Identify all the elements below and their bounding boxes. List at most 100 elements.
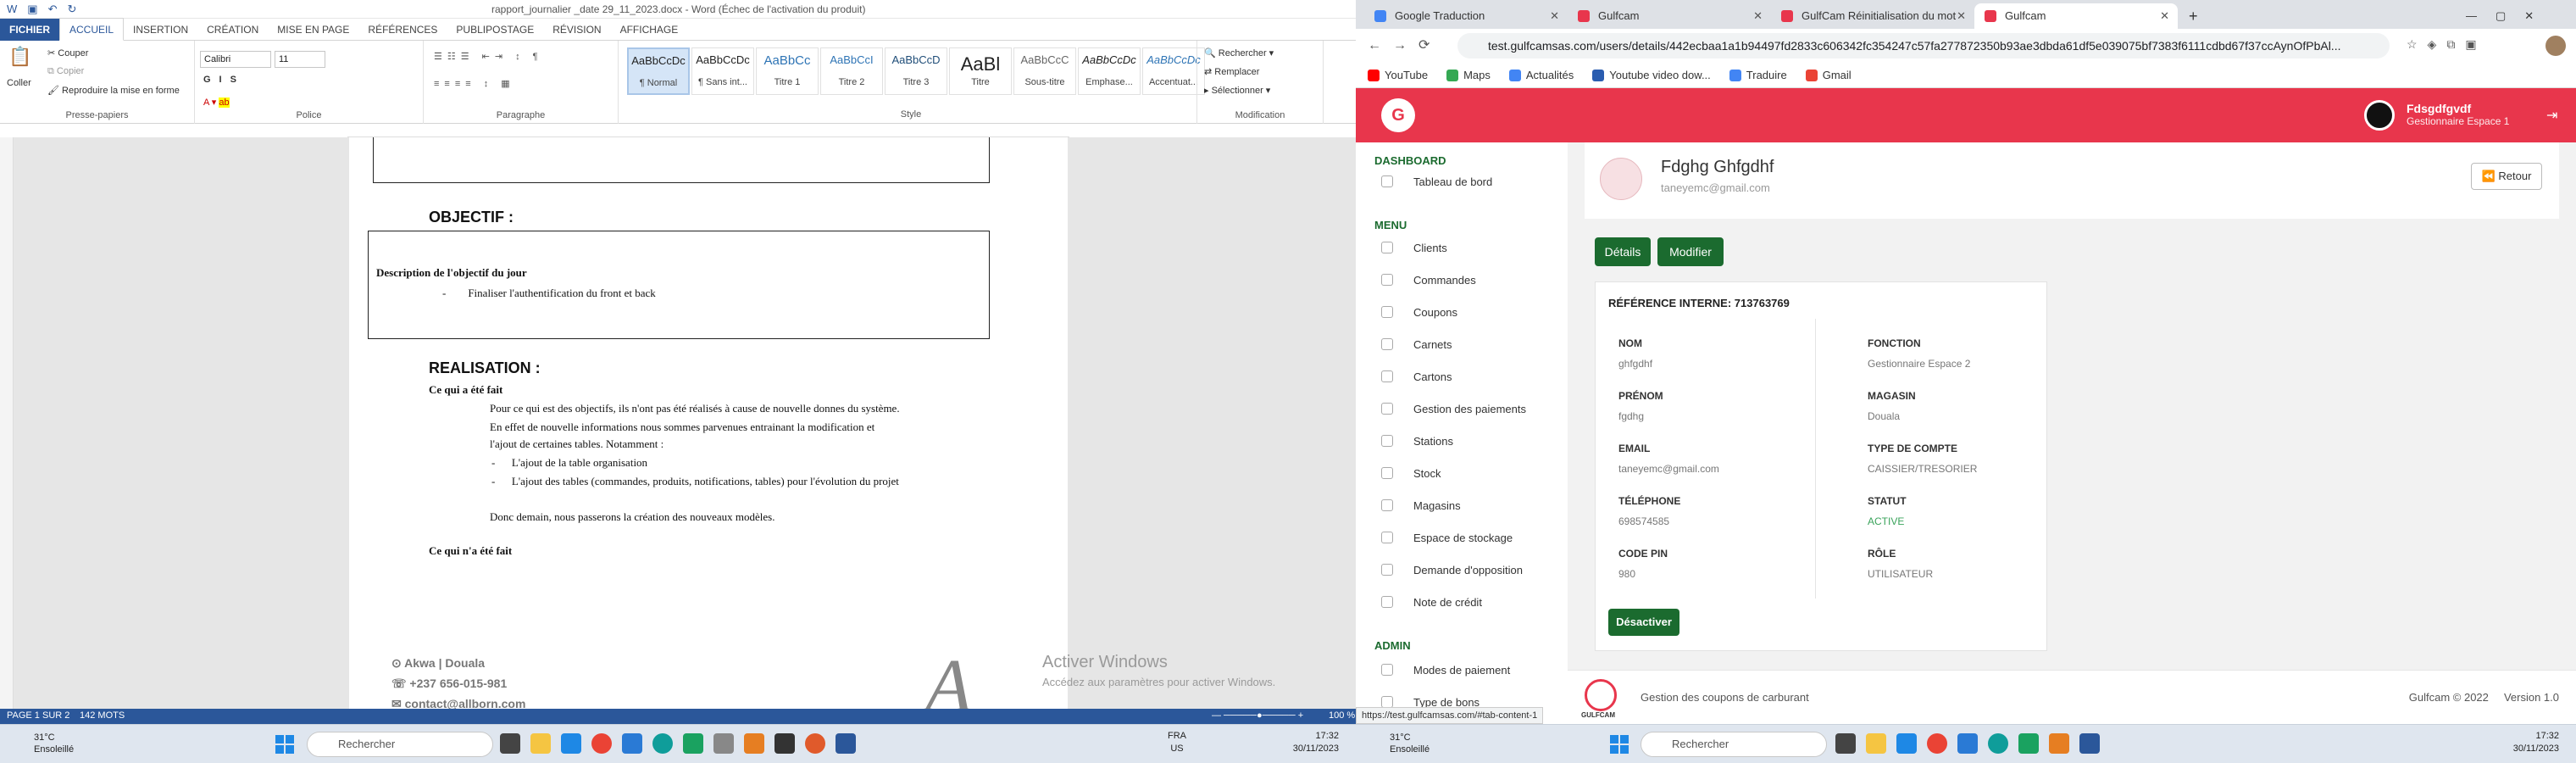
profile-avatar[interactable] (2545, 36, 2566, 56)
logout-icon[interactable]: ⇥ (2546, 107, 2557, 124)
tab-insert[interactable]: INSERTION (124, 19, 197, 41)
modify-button[interactable]: Modifier (1657, 237, 1724, 266)
replace-button[interactable]: ⇄ Remplacer (1204, 66, 1259, 77)
details-button[interactable]: Détails (1595, 237, 1651, 266)
taskbar-search[interactable]: Rechercher (307, 732, 493, 757)
vertical-ruler[interactable] (0, 137, 14, 746)
system-clock[interactable]: 17:32 30/11/2023 (2513, 730, 2559, 755)
gulfcam-logo[interactable]: G (1381, 98, 1415, 132)
window-controls[interactable]: —▢✕ (2457, 3, 2576, 29)
extension-icons[interactable]: ☆◈⧉▣ (2407, 37, 2487, 52)
sidebar-item-payment-modes[interactable]: Modes de paiement (1381, 658, 1510, 682)
windows-start-icon[interactable] (1610, 735, 1629, 754)
sidebar-item-orders[interactable]: Commandes (1381, 268, 1476, 292)
style-no-spacing[interactable]: AaBbCcDc ¶ Sans int... (691, 47, 754, 95)
edge-icon[interactable] (652, 733, 673, 754)
language-indicator[interactable]: FRA US (1168, 730, 1186, 755)
tab-file[interactable]: FICHIER (0, 18, 59, 41)
sidebar-item-credit-note[interactable]: Note de crédit (1381, 590, 1482, 614)
vscode-icon[interactable] (1957, 733, 1978, 754)
user-info[interactable]: Fdsgdfgvdf Gestionnaire Espace 1 (2407, 102, 2509, 127)
tab-home[interactable]: ACCUEIL (59, 18, 125, 41)
format-painter-button[interactable]: 🖌 Reproduire la mise en forme (47, 85, 180, 96)
weather-widget[interactable]: 31°C Ensoleillé (1390, 732, 1430, 755)
deactivate-button[interactable]: Désactiver (1608, 609, 1679, 636)
app-icon[interactable] (805, 733, 825, 754)
find-button[interactable]: 🔍 Rechercher ▾ (1204, 47, 1274, 58)
bookmark-translate[interactable]: Traduire (1729, 69, 1787, 81)
style-heading-2[interactable]: AaBbCcI Titre 2 (820, 47, 883, 95)
tab-view[interactable]: AFFICHAGE (611, 19, 688, 41)
sidebar-item-stock[interactable]: Stock (1381, 461, 1441, 485)
sidebar-item-booklets[interactable]: Carnets (1381, 332, 1452, 356)
word-taskbar-icon[interactable] (836, 733, 856, 754)
bookmark-news[interactable]: Actualités (1508, 69, 1574, 81)
close-icon[interactable]: ✕ (2160, 3, 2169, 29)
tab-design[interactable]: CRÉATION (197, 19, 268, 41)
app-icon[interactable] (683, 733, 703, 754)
zoom-slider[interactable]: — ─────●───── + (1212, 710, 1303, 721)
copy-button[interactable]: ⧉ Copier (47, 66, 84, 77)
page-count[interactable]: PAGE 1 SUR 2 (7, 710, 69, 721)
tab-review[interactable]: RÉVISION (543, 19, 610, 41)
taskbar-search[interactable]: Rechercher (1641, 732, 1827, 757)
sidebar-item-stores[interactable]: Magasins (1381, 493, 1461, 517)
close-icon[interactable]: ✕ (1550, 3, 1559, 29)
style-normal[interactable]: AaBbCcDc ¶ Normal (627, 47, 690, 95)
undo-icon[interactable]: ↶ (48, 3, 58, 16)
tab-layout[interactable]: MISE EN PAGE (268, 19, 358, 41)
sidebar-item-opposition[interactable]: Demande d'opposition (1381, 558, 1523, 582)
close-icon[interactable]: ✕ (1753, 3, 1763, 29)
list-buttons[interactable]: ☰☷☰ ⇤⇥ ↕ ¶ (434, 51, 543, 62)
sidebar-item-clients[interactable]: Clients (1381, 236, 1447, 259)
select-button[interactable]: ▸ Sélectionner ▾ (1204, 85, 1270, 96)
system-clock[interactable]: 17:32 30/11/2023 (1293, 730, 1339, 755)
sidebar-item-dashboard[interactable]: Tableau de bord (1381, 170, 1492, 193)
word-count[interactable]: 142 MOTS (80, 710, 125, 721)
nav-buttons[interactable]: ←→⟳ (1368, 36, 1441, 53)
weather-widget[interactable]: 31°C Ensoleillé (34, 732, 74, 755)
chrome-icon[interactable] (591, 733, 612, 754)
browser-tab[interactable]: Google Traduction ✕ (1364, 3, 1568, 29)
font-color-icon[interactable]: A ▾ ab (203, 97, 230, 108)
url-input[interactable]: test.gulfcamsas.com/users/details/442ecb… (1457, 33, 2390, 58)
tab-mailings[interactable]: PUBLIPOSTAGE (447, 19, 543, 41)
new-tab-button[interactable]: + (2182, 3, 2207, 29)
chrome-icon[interactable] (1927, 733, 1947, 754)
cut-button[interactable]: ✂ Couper (47, 47, 88, 58)
style-emphasis[interactable]: AaBbCcDc Emphase... (1078, 47, 1141, 95)
sidebar-item-stations[interactable]: Stations (1381, 429, 1453, 453)
font-size-select[interactable]: 11 (275, 51, 325, 68)
browser-tab-active[interactable]: Gulfcam ✕ (1974, 3, 2178, 29)
bookmark-maps[interactable]: Maps (1446, 69, 1491, 81)
style-heading-3[interactable]: AaBbCcD Titre 3 (885, 47, 947, 95)
word-taskbar-icon[interactable] (2079, 733, 2100, 754)
store-icon[interactable] (561, 733, 581, 754)
task-view-icon[interactable] (1835, 733, 1856, 754)
bookmark-gmail[interactable]: Gmail (1805, 69, 1852, 81)
style-intense[interactable]: AaBbCcDc Accentuat... (1142, 47, 1205, 95)
zoom-level[interactable]: 100 % (1329, 710, 1355, 721)
file-explorer-icon[interactable] (530, 733, 551, 754)
paste-button[interactable]: Coller (7, 78, 31, 88)
redo-icon[interactable]: ↻ (67, 3, 76, 16)
sidebar-item-cartons[interactable]: Cartons (1381, 365, 1452, 388)
sidebar-item-coupons[interactable]: Coupons (1381, 300, 1457, 324)
close-icon[interactable]: ✕ (1957, 3, 1966, 29)
bookmark-youtube[interactable]: YouTube (1368, 69, 1428, 81)
browser-tab[interactable]: GulfCam Réinitialisation du mot ✕ (1771, 3, 1974, 29)
font-name-select[interactable]: Calibri (200, 51, 271, 68)
vlc-icon[interactable] (744, 733, 764, 754)
style-subtitle[interactable]: AaBbCcC Sous-titre (1013, 47, 1076, 95)
task-view-icon[interactable] (500, 733, 520, 754)
back-button[interactable]: ⏪ Retour (2471, 163, 2542, 190)
browser-tab[interactable]: Gulfcam ✕ (1568, 3, 1771, 29)
app-icon[interactable] (713, 733, 734, 754)
windows-start-icon[interactable] (275, 735, 294, 754)
sidebar-item-storage[interactable]: Espace de stockage (1381, 526, 1513, 549)
font-format-buttons[interactable]: GIS (203, 75, 245, 85)
style-title[interactable]: AaBl Titre (949, 47, 1012, 95)
file-explorer-icon[interactable] (1866, 733, 1886, 754)
document-page[interactable]: OBJECTIF : Description de l'objectif du … (349, 137, 1068, 746)
vlc-icon[interactable] (2049, 733, 2069, 754)
